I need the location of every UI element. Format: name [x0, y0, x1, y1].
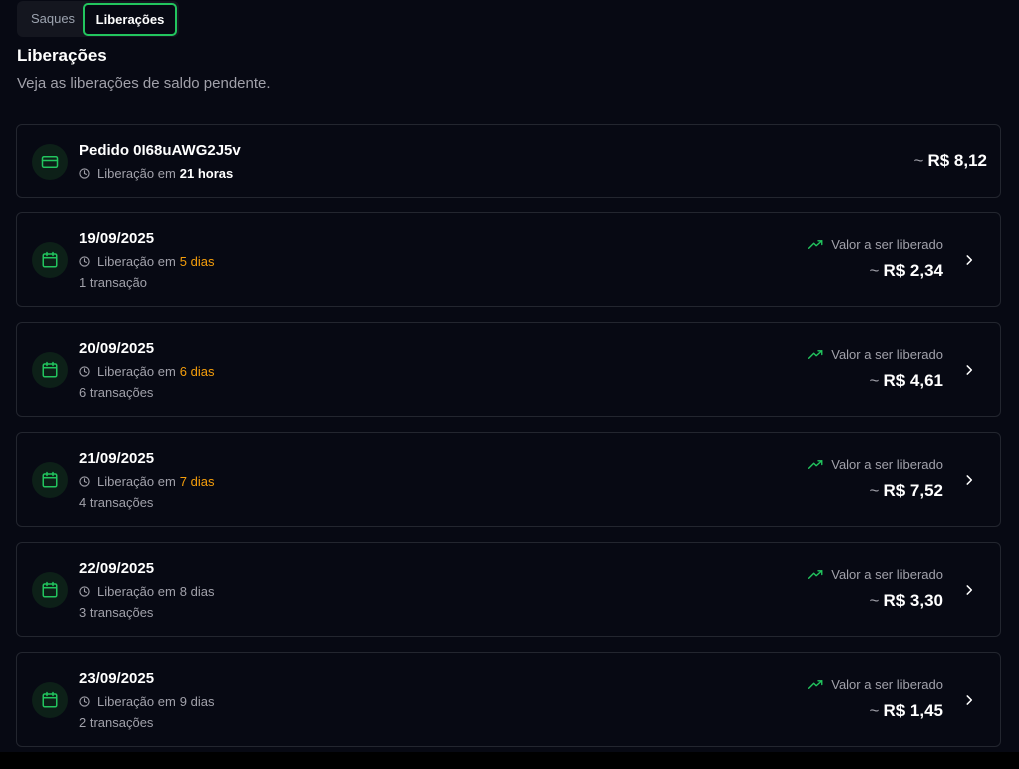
clock-icon	[79, 366, 90, 377]
release-line: Liberação em 6 dias	[79, 364, 214, 379]
amount-approx: ~	[869, 591, 880, 610]
transaction-count: 1 transação	[79, 275, 147, 290]
page-title: Liberações	[17, 46, 107, 65]
calendar-icon	[42, 691, 58, 708]
page-subtitle: Veja as liberações de saldo pendente.	[17, 75, 271, 92]
release-line: Liberação em 8 dias	[79, 584, 214, 599]
transaction-count: 3 transações	[79, 605, 154, 620]
page: Saques Liberações Liberações Veja as lib…	[0, 0, 1019, 752]
order-amount-value: R$ 8,12	[927, 151, 987, 170]
value-label-text: Valor a ser liberado	[831, 567, 943, 582]
value-label-text: Valor a ser liberado	[831, 457, 943, 472]
release-card[interactable]: 21/09/2025 Liberação em 7 dias 4 transaç…	[16, 432, 1001, 527]
value-label-text: Valor a ser liberado	[831, 347, 943, 362]
pending-order-card: Pedido 0I68uAWG2J5v Liberação em 21 hora…	[16, 124, 1001, 198]
chevron-right-icon[interactable]	[962, 253, 976, 267]
clock-icon	[79, 256, 90, 267]
release-when: 6 dias	[179, 364, 215, 379]
card-icon-wrapper	[32, 682, 68, 718]
release-date: 23/09/2025	[79, 670, 155, 687]
card-icon-wrapper	[32, 144, 68, 180]
release-line: Liberação em 5 dias	[79, 254, 214, 269]
value-label: Valor a ser liberado	[808, 567, 943, 582]
trending-up-icon	[808, 679, 823, 690]
release-prefix: Liberação em	[97, 364, 176, 379]
release-amount: ~ R$ 7,52	[870, 481, 943, 501]
release-line: Liberação em 9 dias	[79, 694, 214, 709]
release-amount: ~ R$ 3,30	[870, 591, 943, 611]
release-amount-value: R$ 4,61	[883, 371, 943, 390]
amount-approx: ~	[869, 481, 880, 500]
release-when: 7 dias	[179, 474, 215, 489]
card-icon-wrapper	[32, 242, 68, 278]
release-card[interactable]: 23/09/2025 Liberação em 9 dias 2 transaç…	[16, 652, 1001, 747]
transaction-count: 6 transações	[79, 385, 154, 400]
calendar-icon	[42, 471, 58, 488]
clock-icon	[79, 696, 90, 707]
clock-icon	[79, 586, 90, 597]
value-label: Valor a ser liberado	[808, 237, 943, 252]
tab-liberacoes[interactable]: Liberações	[83, 3, 177, 36]
calendar-icon	[42, 361, 58, 378]
chevron-right-icon[interactable]	[962, 693, 976, 707]
release-amount-value: R$ 3,30	[883, 591, 943, 610]
trending-up-icon	[808, 569, 823, 580]
order-release-line: Liberação em 21 horas	[79, 166, 233, 181]
release-when: 8 dias	[179, 584, 215, 599]
release-prefix: Liberação em	[97, 584, 176, 599]
value-label-text: Valor a ser liberado	[831, 237, 943, 252]
amount-approx: ~	[869, 701, 880, 720]
transaction-count: 4 transações	[79, 495, 154, 510]
chevron-right-icon[interactable]	[962, 473, 976, 487]
release-amount: ~ R$ 4,61	[870, 371, 943, 391]
chevron-right-icon[interactable]	[962, 583, 976, 597]
release-prefix: Liberação em	[97, 694, 176, 709]
release-amount-value: R$ 7,52	[883, 481, 943, 500]
value-label: Valor a ser liberado	[808, 457, 943, 472]
release-amount: ~ R$ 2,34	[870, 261, 943, 281]
amount-approx: ~	[913, 151, 924, 170]
order-amount: ~ R$ 8,12	[914, 151, 987, 171]
value-label-text: Valor a ser liberado	[831, 677, 943, 692]
trending-up-icon	[808, 349, 823, 360]
release-amount: ~ R$ 1,45	[870, 701, 943, 721]
card-icon-wrapper	[32, 352, 68, 388]
card-icon-wrapper	[32, 572, 68, 608]
release-date: 19/09/2025	[79, 230, 155, 247]
value-label: Valor a ser liberado	[808, 677, 943, 692]
release-when: 9 dias	[179, 694, 215, 709]
trending-up-icon	[808, 239, 823, 250]
release-prefix: Liberação em	[97, 166, 176, 181]
release-date: 21/09/2025	[79, 450, 155, 467]
release-amount-value: R$ 1,45	[883, 701, 943, 720]
transaction-count: 2 transações	[79, 715, 154, 730]
amount-approx: ~	[869, 371, 880, 390]
order-title: Pedido 0I68uAWG2J5v	[79, 142, 241, 159]
trending-up-icon	[808, 459, 823, 470]
release-date: 22/09/2025	[79, 560, 155, 577]
clock-icon	[79, 476, 90, 487]
release-prefix: Liberação em	[97, 474, 176, 489]
release-line: Liberação em 7 dias	[79, 474, 214, 489]
release-card[interactable]: 19/09/2025 Liberação em 5 dias 1 transaç…	[16, 212, 1001, 307]
calendar-icon	[42, 581, 58, 598]
release-card[interactable]: 22/09/2025 Liberação em 8 dias 3 transaç…	[16, 542, 1001, 637]
release-prefix: Liberação em	[97, 254, 176, 269]
clock-icon	[79, 168, 90, 179]
release-date: 20/09/2025	[79, 340, 155, 357]
chevron-right-icon[interactable]	[962, 363, 976, 377]
credit-card-icon	[41, 156, 59, 168]
value-label: Valor a ser liberado	[808, 347, 943, 362]
calendar-icon	[42, 251, 58, 268]
release-when: 5 dias	[179, 254, 215, 269]
release-when: 21 horas	[179, 166, 234, 181]
tab-bar: Saques Liberações	[17, 1, 179, 37]
release-amount-value: R$ 2,34	[883, 261, 943, 280]
tab-saques[interactable]: Saques	[21, 1, 85, 37]
amount-approx: ~	[869, 261, 880, 280]
release-card[interactable]: 20/09/2025 Liberação em 6 dias 6 transaç…	[16, 322, 1001, 417]
card-icon-wrapper	[32, 462, 68, 498]
